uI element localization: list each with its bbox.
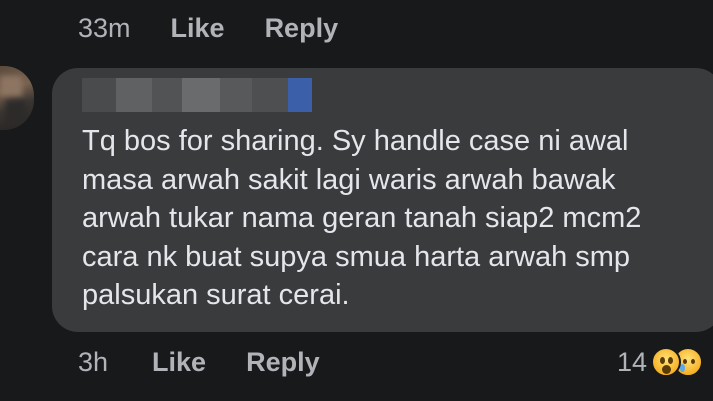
reply-button[interactable]: Reply (265, 13, 339, 44)
reaction-summary[interactable]: 14 (617, 342, 704, 382)
comment-actions: 3h Like Reply (78, 342, 360, 382)
avatar-redaction (0, 76, 22, 96)
author-name-redacted[interactable] (82, 78, 312, 112)
reply-button[interactable]: Reply (246, 347, 320, 378)
comment-bubble: Tq bos for sharing. Sy handle case ni aw… (52, 68, 713, 332)
previous-comment-actions: 33m Like Reply (78, 8, 378, 48)
avatar[interactable] (0, 66, 34, 130)
like-button[interactable]: Like (171, 13, 225, 44)
previous-comment-timestamp: 33m (78, 12, 131, 43)
like-button[interactable]: Like (152, 347, 206, 378)
comment-text: Tq bos for sharing. Sy handle case ni aw… (82, 125, 642, 311)
avatar-redaction (6, 100, 26, 126)
comment-timestamp[interactable]: 3h (78, 347, 108, 378)
reaction-count: 14 (617, 346, 648, 377)
wow-icon (651, 347, 682, 377)
comment-thread: 33m Like Reply Tq bos for sharing. Sy ha… (0, 0, 713, 401)
